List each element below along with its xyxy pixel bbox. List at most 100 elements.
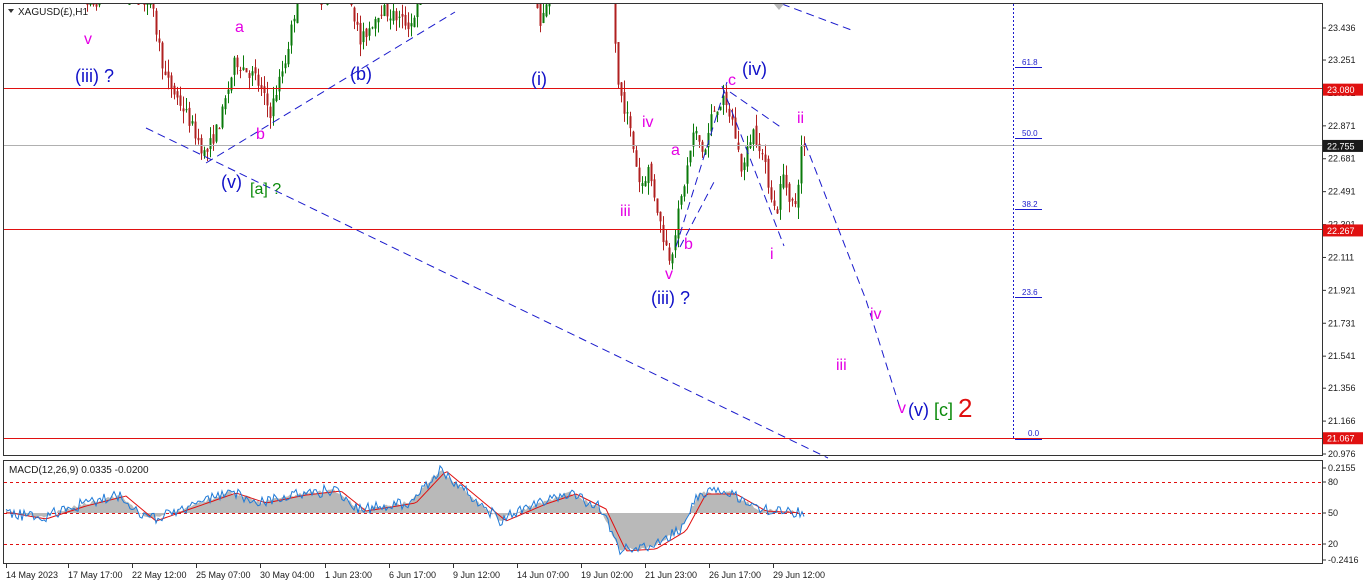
candle-body (236, 57, 239, 68)
candle-body (92, 4, 95, 5)
candle-body (149, 4, 152, 5)
wave-label-2: 2 (958, 393, 972, 423)
candle-body (188, 107, 191, 126)
price-tick-label: 21.731 (1328, 318, 1356, 328)
candle-body (659, 211, 662, 222)
candle-body (368, 28, 371, 36)
candle-body (248, 73, 251, 78)
candle-body (161, 42, 164, 69)
candle-body (683, 186, 686, 197)
time-tick-label: 26 Jun 17:00 (709, 570, 761, 580)
price-tag-label: 21.067 (1327, 434, 1355, 444)
candle-body (413, 17, 416, 28)
macd-axis: 0.2155 80 50 20 -0.2416 (1322, 463, 1359, 565)
candle-body (356, 21, 359, 25)
candle-body (386, 4, 389, 17)
candle-body (698, 135, 701, 142)
candle-body (362, 31, 365, 43)
candle-body (662, 224, 665, 243)
candle-body (542, 12, 545, 23)
candle-body (668, 247, 671, 261)
candle-body (782, 174, 785, 188)
candle-body (284, 63, 287, 69)
wave-label-b-left: b (256, 126, 265, 143)
wave-label-a-bracket: [a] ? (250, 181, 281, 198)
candle-body (404, 14, 407, 26)
candle-body (359, 23, 362, 45)
wave-label-c-bracket: [c] (934, 400, 953, 420)
candle-body (242, 67, 245, 70)
candle-body (407, 22, 410, 30)
candle-body (218, 128, 221, 130)
candle-body (728, 108, 731, 117)
candle-body (293, 18, 296, 22)
candle-body (653, 179, 656, 198)
price-tick-label: 22.681 (1328, 154, 1356, 164)
macd-axis-label: 20 (1328, 539, 1338, 549)
candle-body (776, 209, 779, 214)
candle-body (770, 187, 773, 200)
price-tick-label: 23.436 (1328, 23, 1356, 33)
candle-body (257, 74, 260, 86)
candle-body (260, 85, 263, 89)
candle-body (380, 14, 383, 16)
candle-body (545, 4, 548, 17)
candle-body (164, 71, 167, 75)
candle-body (95, 4, 98, 7)
time-tick-label: 6 Jun 17:00 (389, 570, 436, 580)
wave-label-iii-paren-mid: (iii) ? (651, 288, 690, 308)
candle-body (743, 162, 746, 171)
candle-body (767, 158, 770, 188)
price-tick-label: 21.921 (1328, 285, 1356, 295)
price-tick-label: 21.166 (1328, 416, 1356, 426)
candle-body (623, 92, 626, 114)
macd-axis-label: 0.2155 (1328, 463, 1356, 473)
candle-body (410, 23, 413, 27)
price-tick-label: 22.491 (1328, 187, 1356, 197)
candle-body (197, 137, 200, 141)
time-axis[interactable]: 14 May 2023 17 May 17:00 22 May 12:00 25 Ma… (6, 564, 825, 580)
candle-body (731, 116, 734, 120)
candle-body (794, 201, 797, 205)
candle-body (626, 112, 629, 114)
wave-label-v-left: v (84, 31, 92, 48)
candle-body (227, 89, 230, 94)
svg-text:61.8: 61.8 (1022, 58, 1038, 67)
candle-body (290, 24, 293, 46)
candle-body (146, 4, 149, 5)
wave-label-iv-paren: (iv) (742, 59, 767, 79)
candle-body (263, 86, 266, 93)
candle-body (539, 4, 542, 26)
candle-body (680, 196, 683, 205)
time-tick-label: 9 Jun 12:00 (453, 570, 500, 580)
svg-text:38.2: 38.2 (1022, 200, 1038, 209)
candle-body (614, 4, 617, 44)
svg-text:23.6: 23.6 (1022, 288, 1038, 297)
wave-label-iv-proj: iv (870, 306, 882, 323)
candle-body (665, 240, 668, 246)
candle-body (272, 98, 275, 117)
price-tag-label: 22.755 (1327, 141, 1355, 151)
candle-body (620, 82, 623, 96)
symbol-label: XAGUSD(£),H1 (18, 7, 88, 18)
svg-text:50.0: 50.0 (1022, 129, 1038, 138)
candle-body (689, 150, 692, 163)
svg-text:0.0: 0.0 (1028, 429, 1040, 438)
candle-body (800, 146, 803, 184)
wave-label-iii-proj: iii (836, 357, 847, 374)
candle-body (797, 184, 800, 208)
time-tick-label: 14 Jun 07:00 (517, 570, 569, 580)
candle-body (137, 4, 140, 5)
candle-body (674, 235, 677, 251)
candle-body (377, 17, 380, 23)
candle-body (719, 106, 722, 111)
candle-body (224, 98, 227, 110)
wave-label-iii-mid: iii (620, 203, 631, 220)
candle-body (764, 154, 767, 163)
candle-body (254, 67, 257, 74)
candle-body (179, 95, 182, 106)
candle-body (167, 71, 170, 78)
candle-body (383, 4, 386, 16)
chart-canvas[interactable]: 61.8 50.0 38.2 23.6 0.0 v (iii) ? a b (v… (0, 0, 1366, 588)
candle-body (389, 18, 392, 21)
